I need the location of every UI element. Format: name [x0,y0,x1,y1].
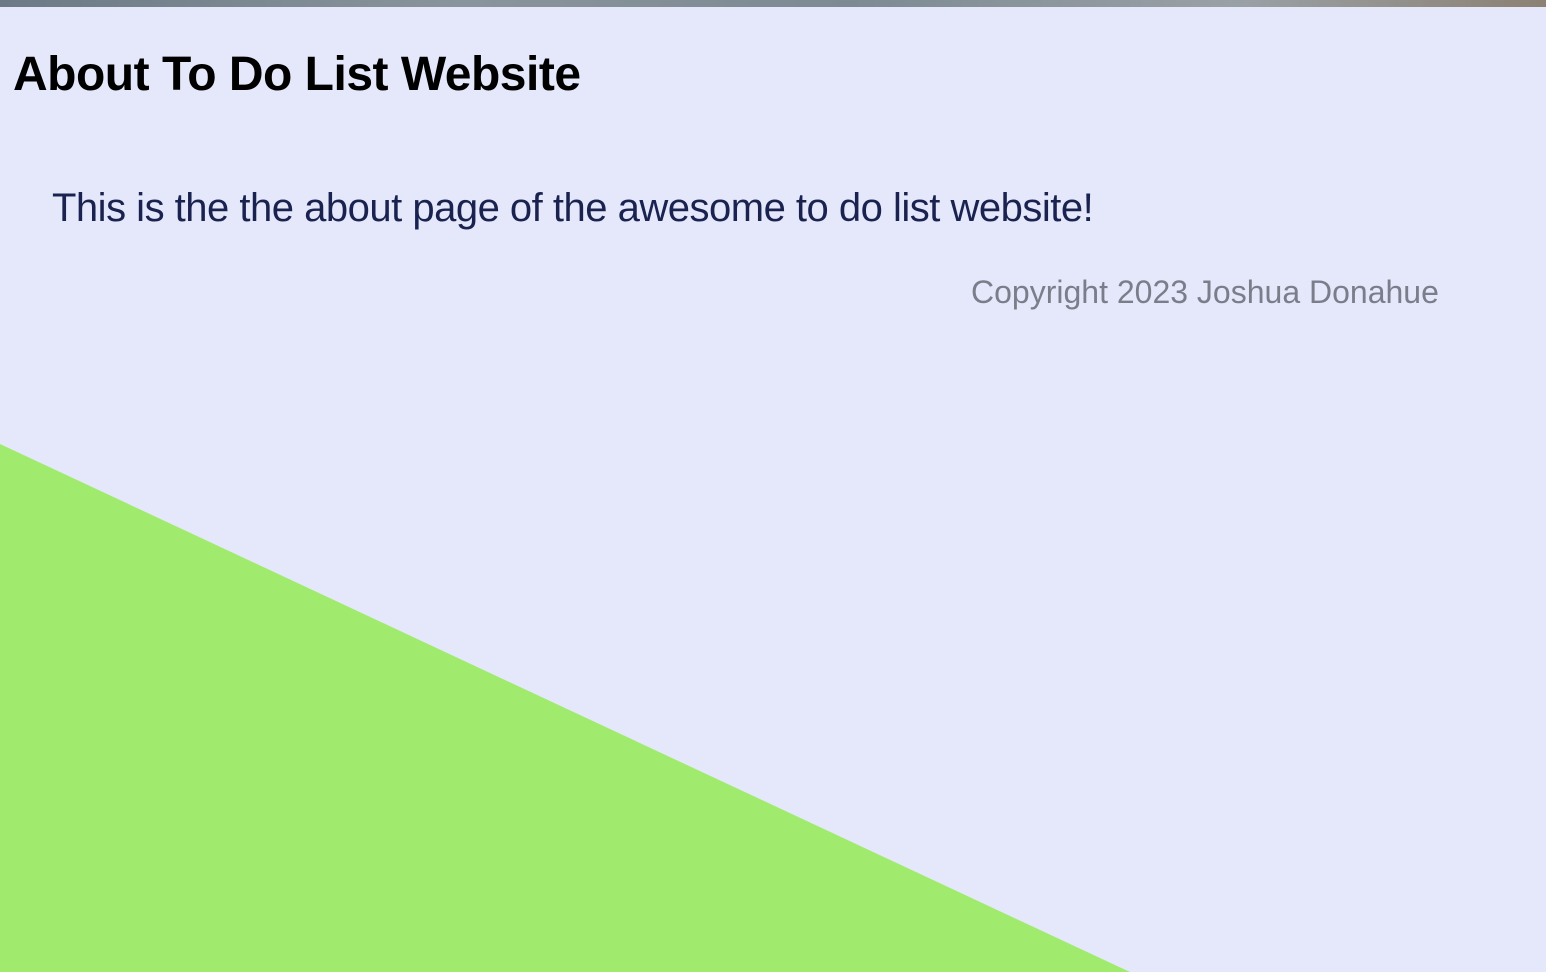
green-triangle-shape [0,444,1130,972]
intro-paragraph: This is the the about page of the awesom… [52,186,1094,230]
green-background-triangle [0,444,1130,972]
copyright-footer: Copyright 2023 Joshua Donahue [971,274,1439,310]
page-title: About To Do List Website [13,48,581,101]
